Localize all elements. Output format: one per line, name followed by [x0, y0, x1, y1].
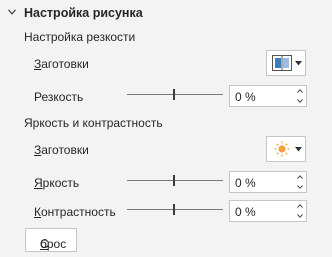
- reset-button[interactable]: Сброс: [25, 228, 77, 252]
- contrast-spinbox[interactable]: 0 %: [229, 200, 307, 222]
- brightness-presets-label: Заготовки: [34, 143, 89, 157]
- sharpness-presets-label: Заготовки: [34, 57, 89, 71]
- section-header-picture-correction[interactable]: Настройка рисунка: [0, 0, 332, 26]
- spin-down-icon[interactable]: [297, 99, 303, 103]
- contrast-value[interactable]: 0 %: [235, 205, 256, 219]
- slider-thumb[interactable]: [173, 175, 175, 186]
- chevron-down-icon: [8, 9, 16, 15]
- spin-up-icon[interactable]: [297, 175, 303, 179]
- sharpness-presets-dropdown[interactable]: [266, 50, 306, 76]
- spin-down-icon[interactable]: [297, 214, 303, 218]
- contrast-slider[interactable]: [127, 204, 223, 216]
- sharpness-group-title: Настройка резкости: [24, 30, 136, 44]
- contrast-label: Контрастность: [34, 205, 116, 219]
- brightness-contrast-group-title: Яркость и контрастность: [24, 116, 163, 130]
- section-title: Настройка рисунка: [24, 6, 143, 20]
- brightness-label: Яркость: [34, 176, 80, 190]
- spin-down-icon[interactable]: [297, 185, 303, 189]
- brightness-presets-dropdown[interactable]: [266, 136, 306, 162]
- slider-thumb[interactable]: [173, 89, 175, 100]
- sharpness-slider[interactable]: [127, 89, 223, 101]
- brightness-spinbox[interactable]: 0 %: [229, 171, 307, 193]
- spin-up-icon[interactable]: [297, 204, 303, 208]
- brightness-value[interactable]: 0 %: [235, 176, 256, 190]
- sharpness-value[interactable]: 0 %: [235, 90, 256, 104]
- slider-track: [127, 94, 223, 95]
- caret-down-icon: [295, 61, 302, 66]
- sharpness-label: Резкость: [34, 90, 84, 104]
- sun-icon: [274, 141, 290, 157]
- spin-up-icon[interactable]: [297, 89, 303, 93]
- sharpness-preset-icon: [272, 55, 292, 71]
- caret-down-icon: [295, 147, 302, 152]
- slider-thumb[interactable]: [173, 204, 175, 215]
- slider-track: [127, 180, 223, 181]
- brightness-slider[interactable]: [127, 175, 223, 187]
- sharpness-spinbox[interactable]: 0 %: [229, 85, 307, 107]
- slider-track: [127, 209, 223, 210]
